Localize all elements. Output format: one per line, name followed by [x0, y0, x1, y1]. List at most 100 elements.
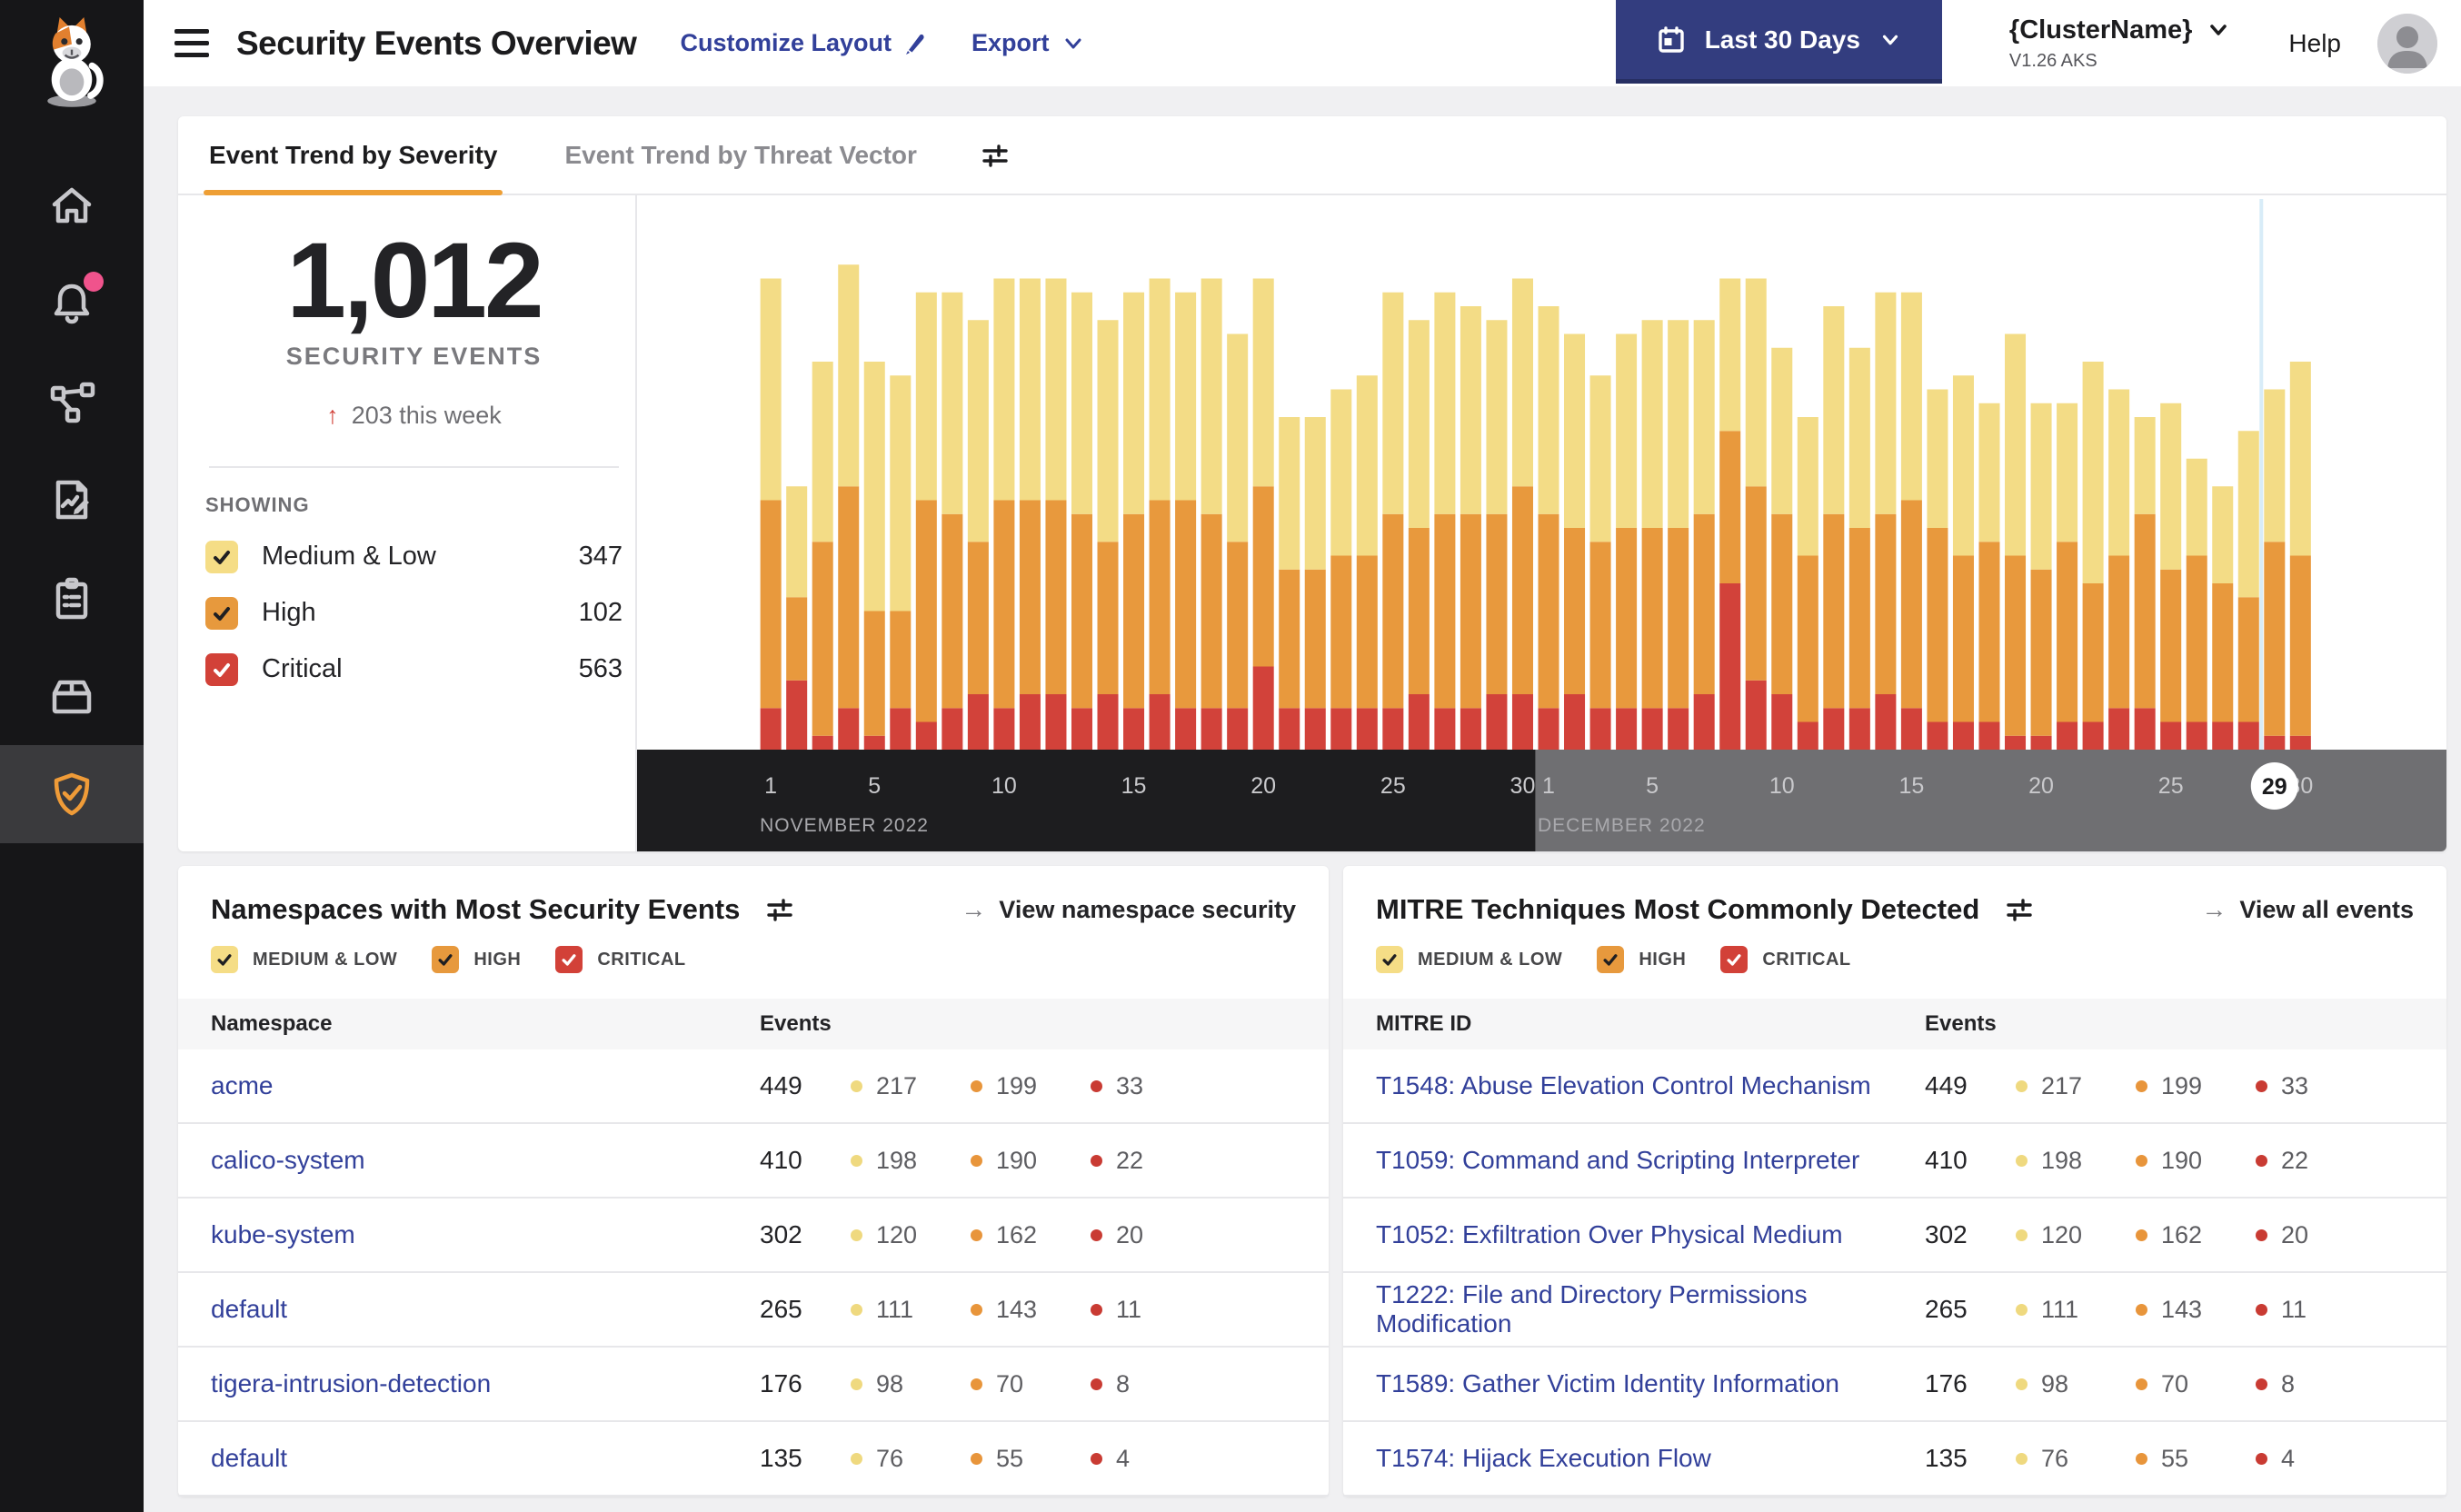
- bar-day-5[interactable]: [863, 362, 885, 750]
- bar-day-16[interactable]: [1927, 389, 1948, 751]
- bar-day-18[interactable]: [1201, 278, 1222, 751]
- bar-day-14[interactable]: [1875, 292, 1897, 750]
- sidebar-item-notifications[interactable]: [0, 254, 144, 353]
- bar-day-6[interactable]: [1668, 320, 1689, 750]
- filter-sliders-icon[interactable]: [763, 893, 796, 926]
- bar-day-13[interactable]: [1848, 347, 1870, 750]
- namespace-link[interactable]: default: [211, 1444, 287, 1472]
- trend-chart[interactable]: 1 5 10 15 20 25 30NOVEMBER 20221 5 10 15 20 25 30DEC…: [637, 195, 2446, 851]
- bar-day-23[interactable]: [1330, 389, 1352, 751]
- bar-day-24[interactable]: [2134, 417, 2156, 750]
- bar-day-10[interactable]: [993, 278, 1015, 751]
- namespace-link[interactable]: tigera-intrusion-detection: [211, 1369, 491, 1398]
- user-avatar[interactable]: [2377, 13, 2437, 74]
- bar-day-7[interactable]: [1693, 320, 1715, 750]
- chip-medium-low[interactable]: MEDIUM & LOW: [211, 946, 397, 973]
- bar-day-1[interactable]: [760, 278, 782, 751]
- bar-day-21[interactable]: [1279, 417, 1300, 750]
- sidebar-item-home[interactable]: [0, 156, 144, 254]
- help-link[interactable]: Help: [2288, 29, 2341, 58]
- chip-critical[interactable]: CRITICAL: [1720, 946, 1850, 973]
- bar-day-9[interactable]: [967, 320, 989, 750]
- sidebar-item-threat-defense[interactable]: [0, 745, 144, 843]
- bar-day-15[interactable]: [1900, 292, 1922, 750]
- bar-day-7[interactable]: [915, 292, 937, 750]
- bar-day-25[interactable]: [1382, 292, 1404, 750]
- checkbox-high[interactable]: [205, 596, 238, 630]
- tab-event-trend-by-severity[interactable]: Event Trend by Severity: [204, 116, 503, 195]
- bar-day-22[interactable]: [1304, 417, 1326, 750]
- tab-event-trend-by-threat-vector[interactable]: Event Trend by Threat Vector: [559, 116, 922, 194]
- bar-day-17[interactable]: [1175, 292, 1197, 750]
- bar-day-21[interactable]: [2057, 403, 2078, 750]
- mitre-id-link[interactable]: T1059: Command and Scripting Interpreter: [1376, 1146, 1859, 1174]
- bar-day-27[interactable]: [1434, 292, 1456, 750]
- sidebar-item-policies[interactable]: [0, 451, 144, 549]
- bar-day-28[interactable]: [2237, 431, 2259, 750]
- bar-day-26[interactable]: [1408, 320, 1430, 750]
- bar-day-25[interactable]: [2160, 403, 2182, 750]
- bar-day-2[interactable]: [1564, 333, 1586, 751]
- bar-day-5[interactable]: [1641, 320, 1663, 750]
- bar-day-11[interactable]: [1019, 278, 1041, 751]
- bar-day-30[interactable]: [2289, 362, 2311, 750]
- checkbox-medium-low[interactable]: [205, 540, 238, 573]
- export-button[interactable]: Export: [971, 29, 1086, 57]
- bar-day-24[interactable]: [1356, 375, 1378, 750]
- bar-day-1[interactable]: [1538, 306, 1559, 750]
- hamburger-menu-icon[interactable]: [174, 29, 209, 57]
- bar-day-12[interactable]: [1045, 278, 1067, 751]
- bar-day-6[interactable]: [890, 375, 912, 750]
- date-range-button[interactable]: Last 30 Days: [1615, 0, 1942, 84]
- mitre-id-link[interactable]: T1548: Abuse Elevation Control Mechanism: [1376, 1071, 1871, 1099]
- bar-day-14[interactable]: [1097, 320, 1119, 750]
- view-namespace-security-link[interactable]: → View namespace security: [961, 895, 1296, 924]
- bar-day-20[interactable]: [2030, 403, 2052, 750]
- mitre-id-link[interactable]: T1589: Gather Victim Identity Informatio…: [1376, 1369, 1839, 1398]
- mitre-id-link[interactable]: T1222: File and Directory Permissions Mo…: [1376, 1280, 1808, 1338]
- customize-layout-button[interactable]: Customize Layout: [680, 29, 928, 57]
- namespace-link[interactable]: default: [211, 1295, 287, 1323]
- bar-day-17[interactable]: [1952, 375, 1974, 750]
- bar-day-9[interactable]: [1745, 278, 1767, 751]
- bar-day-19[interactable]: [2005, 333, 2027, 751]
- bar-day-15[interactable]: [1123, 292, 1145, 750]
- filter-sliders-icon[interactable]: [2003, 893, 2036, 926]
- bar-day-27[interactable]: [2212, 486, 2234, 750]
- bar-day-16[interactable]: [1149, 278, 1171, 751]
- namespace-link[interactable]: calico-system: [211, 1146, 365, 1174]
- bar-day-20[interactable]: [1252, 278, 1274, 751]
- bar-day-12[interactable]: [1823, 306, 1845, 750]
- chip-critical[interactable]: CRITICAL: [555, 946, 685, 973]
- bar-day-4[interactable]: [838, 264, 860, 750]
- bar-day-13[interactable]: [1071, 292, 1093, 750]
- chip-medium-low[interactable]: MEDIUM & LOW: [1376, 946, 1562, 973]
- bar-day-30[interactable]: [1511, 278, 1533, 751]
- sidebar-item-compliance[interactable]: [0, 549, 144, 647]
- bar-day-18[interactable]: [1978, 403, 2000, 750]
- filter-sliders-icon[interactable]: [979, 139, 1011, 172]
- view-all-events-link[interactable]: → View all events: [2201, 895, 2414, 924]
- sidebar-item-service-graph[interactable]: [0, 353, 144, 451]
- namespace-link[interactable]: acme: [211, 1071, 273, 1099]
- bar-day-3[interactable]: [1589, 375, 1611, 750]
- bar-day-8[interactable]: [1719, 278, 1741, 751]
- bar-day-19[interactable]: [1227, 333, 1249, 751]
- bar-day-23[interactable]: [2108, 389, 2130, 751]
- bar-day-10[interactable]: [1771, 347, 1793, 750]
- bar-day-29[interactable]: [1486, 320, 1508, 750]
- calico-cat-logo[interactable]: [28, 15, 115, 109]
- bar-day-22[interactable]: [2082, 362, 2104, 750]
- bar-day-26[interactable]: [2186, 458, 2207, 750]
- bar-day-4[interactable]: [1616, 333, 1638, 751]
- bar-day-28[interactable]: [1460, 306, 1481, 750]
- bar-day-8[interactable]: [942, 292, 963, 750]
- sidebar-item-workloads[interactable]: [0, 647, 144, 745]
- bar-day-3[interactable]: [812, 362, 833, 750]
- bar-day-11[interactable]: [1797, 417, 1818, 750]
- namespace-link[interactable]: kube-system: [211, 1220, 355, 1248]
- cluster-selector[interactable]: {ClusterName} V1.26 AKS: [2009, 15, 2230, 72]
- chip-high[interactable]: HIGH: [432, 946, 521, 973]
- chip-high[interactable]: HIGH: [1597, 946, 1686, 973]
- bar-day-2[interactable]: [786, 486, 808, 750]
